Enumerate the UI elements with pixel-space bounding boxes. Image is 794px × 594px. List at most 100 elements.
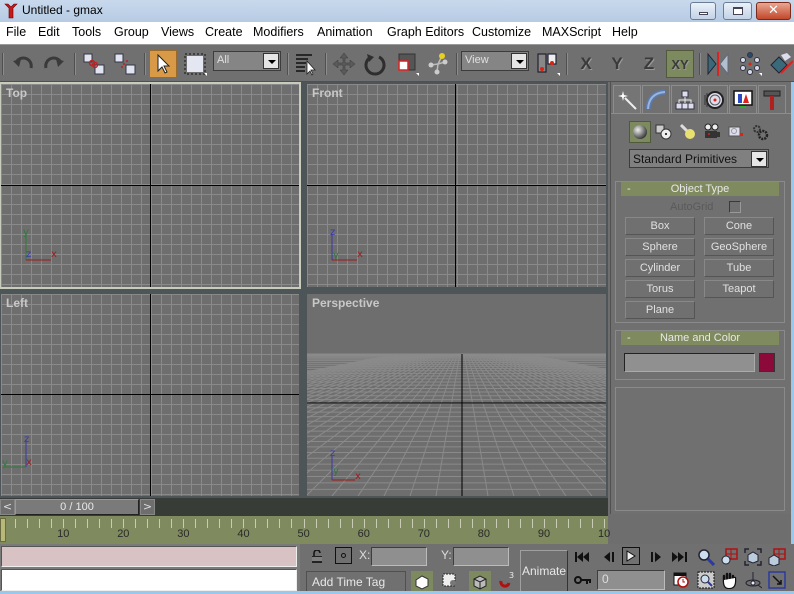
prompt-line[interactable] [1, 569, 297, 591]
category-cameras[interactable] [701, 121, 723, 143]
menu-animation[interactable]: Animation [317, 25, 373, 39]
tab-utilities[interactable] [758, 85, 786, 113]
next-frame-button[interactable]: > [140, 499, 155, 515]
menu-help[interactable]: Help [612, 25, 638, 39]
selection-lock-button[interactable] [307, 547, 327, 567]
object-color-swatch[interactable] [759, 353, 775, 372]
tab-modify[interactable] [642, 85, 670, 113]
menu-tools[interactable]: Tools [72, 25, 101, 39]
region-zoom-button[interactable] [696, 570, 716, 590]
current-frame-input[interactable]: 0 [597, 570, 665, 590]
previous-frame-button[interactable] [600, 547, 620, 567]
region-select-button[interactable] [181, 50, 209, 78]
viewport-label[interactable]: Left [6, 296, 28, 310]
reference-coord-dropdown[interactable]: View [461, 51, 529, 71]
key-mode-toggle[interactable] [573, 570, 593, 590]
restore-button[interactable] [723, 2, 752, 20]
viewport-top[interactable]: Top y x z [0, 82, 301, 289]
menu-modifiers[interactable]: Modifiers [253, 25, 304, 39]
play-button[interactable] [622, 547, 640, 565]
menu-create[interactable]: Create [205, 25, 243, 39]
y-coord-input[interactable] [453, 547, 509, 566]
redo-button[interactable] [40, 50, 68, 78]
menu-group[interactable]: Group [114, 25, 149, 39]
autogrid-checkbox[interactable] [729, 201, 741, 213]
snap-toggle-button[interactable] [469, 571, 491, 592]
select-and-scale-button[interactable] [393, 50, 421, 78]
category-space-warps[interactable] [749, 121, 771, 143]
viewport-left[interactable]: Left z y x [1, 294, 299, 496]
magnet-snap-button[interactable]: 3 [497, 571, 517, 591]
go-to-end-button[interactable] [670, 547, 690, 567]
viewport-label[interactable]: Top [6, 86, 27, 100]
x-coord-input[interactable] [371, 547, 427, 566]
pivot-center-button[interactable] [534, 50, 562, 78]
maxscript-listener-input[interactable] [1, 546, 297, 567]
viewport-label[interactable]: Front [312, 86, 343, 100]
box-button[interactable]: Box [625, 217, 695, 235]
viewport-front[interactable]: Front z x y [307, 84, 606, 287]
mirror-button[interactable] [704, 50, 732, 78]
time-slider-handle[interactable]: 0 / 100 [15, 499, 139, 515]
go-to-start-button[interactable] [573, 547, 593, 567]
time-configuration-button[interactable] [671, 570, 691, 590]
animate-button[interactable]: Animate [520, 550, 568, 593]
menu-customize[interactable]: Customize [472, 25, 531, 39]
geosphere-button[interactable]: GeoSphere [704, 238, 774, 256]
menu-file[interactable]: File [6, 25, 26, 39]
restrict-x-button[interactable]: X [572, 50, 600, 78]
maximize-viewport-button[interactable] [767, 570, 787, 590]
manipulate-button[interactable] [424, 50, 452, 78]
tab-hierarchy[interactable] [671, 85, 699, 113]
zoom-extents-button[interactable] [743, 547, 763, 567]
degradation-override-button[interactable] [411, 571, 433, 592]
viewport-perspective[interactable]: Perspective z x y [307, 294, 606, 496]
current-frame-marker[interactable] [0, 518, 6, 542]
undo-button[interactable] [9, 50, 37, 78]
region-zoom-toggle[interactable] [440, 571, 460, 591]
tab-create[interactable] [613, 85, 641, 113]
object-name-input[interactable] [624, 353, 755, 372]
align-button[interactable] [766, 50, 794, 78]
pan-button[interactable] [719, 570, 739, 590]
array-button[interactable] [736, 50, 764, 78]
toolbar-grip[interactable] [2, 53, 4, 75]
add-time-tag-button[interactable]: Add Time Tag [306, 571, 406, 592]
tab-motion[interactable] [700, 85, 728, 113]
name-and-color-header[interactable]: - Name and Color [621, 331, 779, 345]
object-type-header[interactable]: - Object Type [621, 182, 779, 196]
unlink-selection-button[interactable] [111, 50, 139, 78]
select-and-link-button[interactable] [80, 50, 108, 78]
restrict-y-button[interactable]: Y [603, 50, 631, 78]
sphere-button[interactable]: Sphere [625, 238, 695, 256]
minimize-button[interactable] [690, 2, 716, 20]
torus-button[interactable]: Torus [625, 280, 695, 298]
cone-button[interactable]: Cone [704, 217, 774, 235]
category-shapes[interactable] [653, 121, 675, 143]
close-button[interactable]: ✕ [756, 2, 791, 20]
category-geometry[interactable] [629, 121, 651, 143]
tube-button[interactable]: Tube [704, 259, 774, 277]
primitive-type-dropdown[interactable]: Standard Primitives [629, 149, 769, 168]
menu-edit[interactable]: Edit [38, 25, 60, 39]
restrict-xy-button[interactable]: XY [666, 50, 694, 78]
menu-maxscript[interactable]: MAXScript [542, 25, 601, 39]
absolute-mode-toggle[interactable] [335, 547, 352, 564]
category-lights[interactable] [677, 121, 699, 143]
prev-frame-button[interactable]: < [0, 499, 15, 515]
teapot-button[interactable]: Teapot [704, 280, 774, 298]
cylinder-button[interactable]: Cylinder [625, 259, 695, 277]
menu-graph-editors[interactable]: Graph Editors [387, 25, 464, 39]
select-object-button[interactable] [149, 50, 177, 78]
arc-rotate-button[interactable] [743, 570, 763, 590]
zoom-all-button[interactable] [719, 547, 739, 567]
selection-filter-dropdown[interactable]: All [213, 51, 281, 71]
zoom-extents-all-button[interactable] [767, 547, 787, 567]
category-helpers[interactable] [725, 121, 747, 143]
menu-views[interactable]: Views [161, 25, 194, 39]
next-frame-button-anim[interactable] [646, 547, 666, 567]
restrict-z-button[interactable]: Z [635, 50, 663, 78]
plane-button[interactable]: Plane [625, 301, 695, 319]
viewport-label[interactable]: Perspective [312, 296, 379, 310]
zoom-button[interactable] [696, 547, 716, 567]
